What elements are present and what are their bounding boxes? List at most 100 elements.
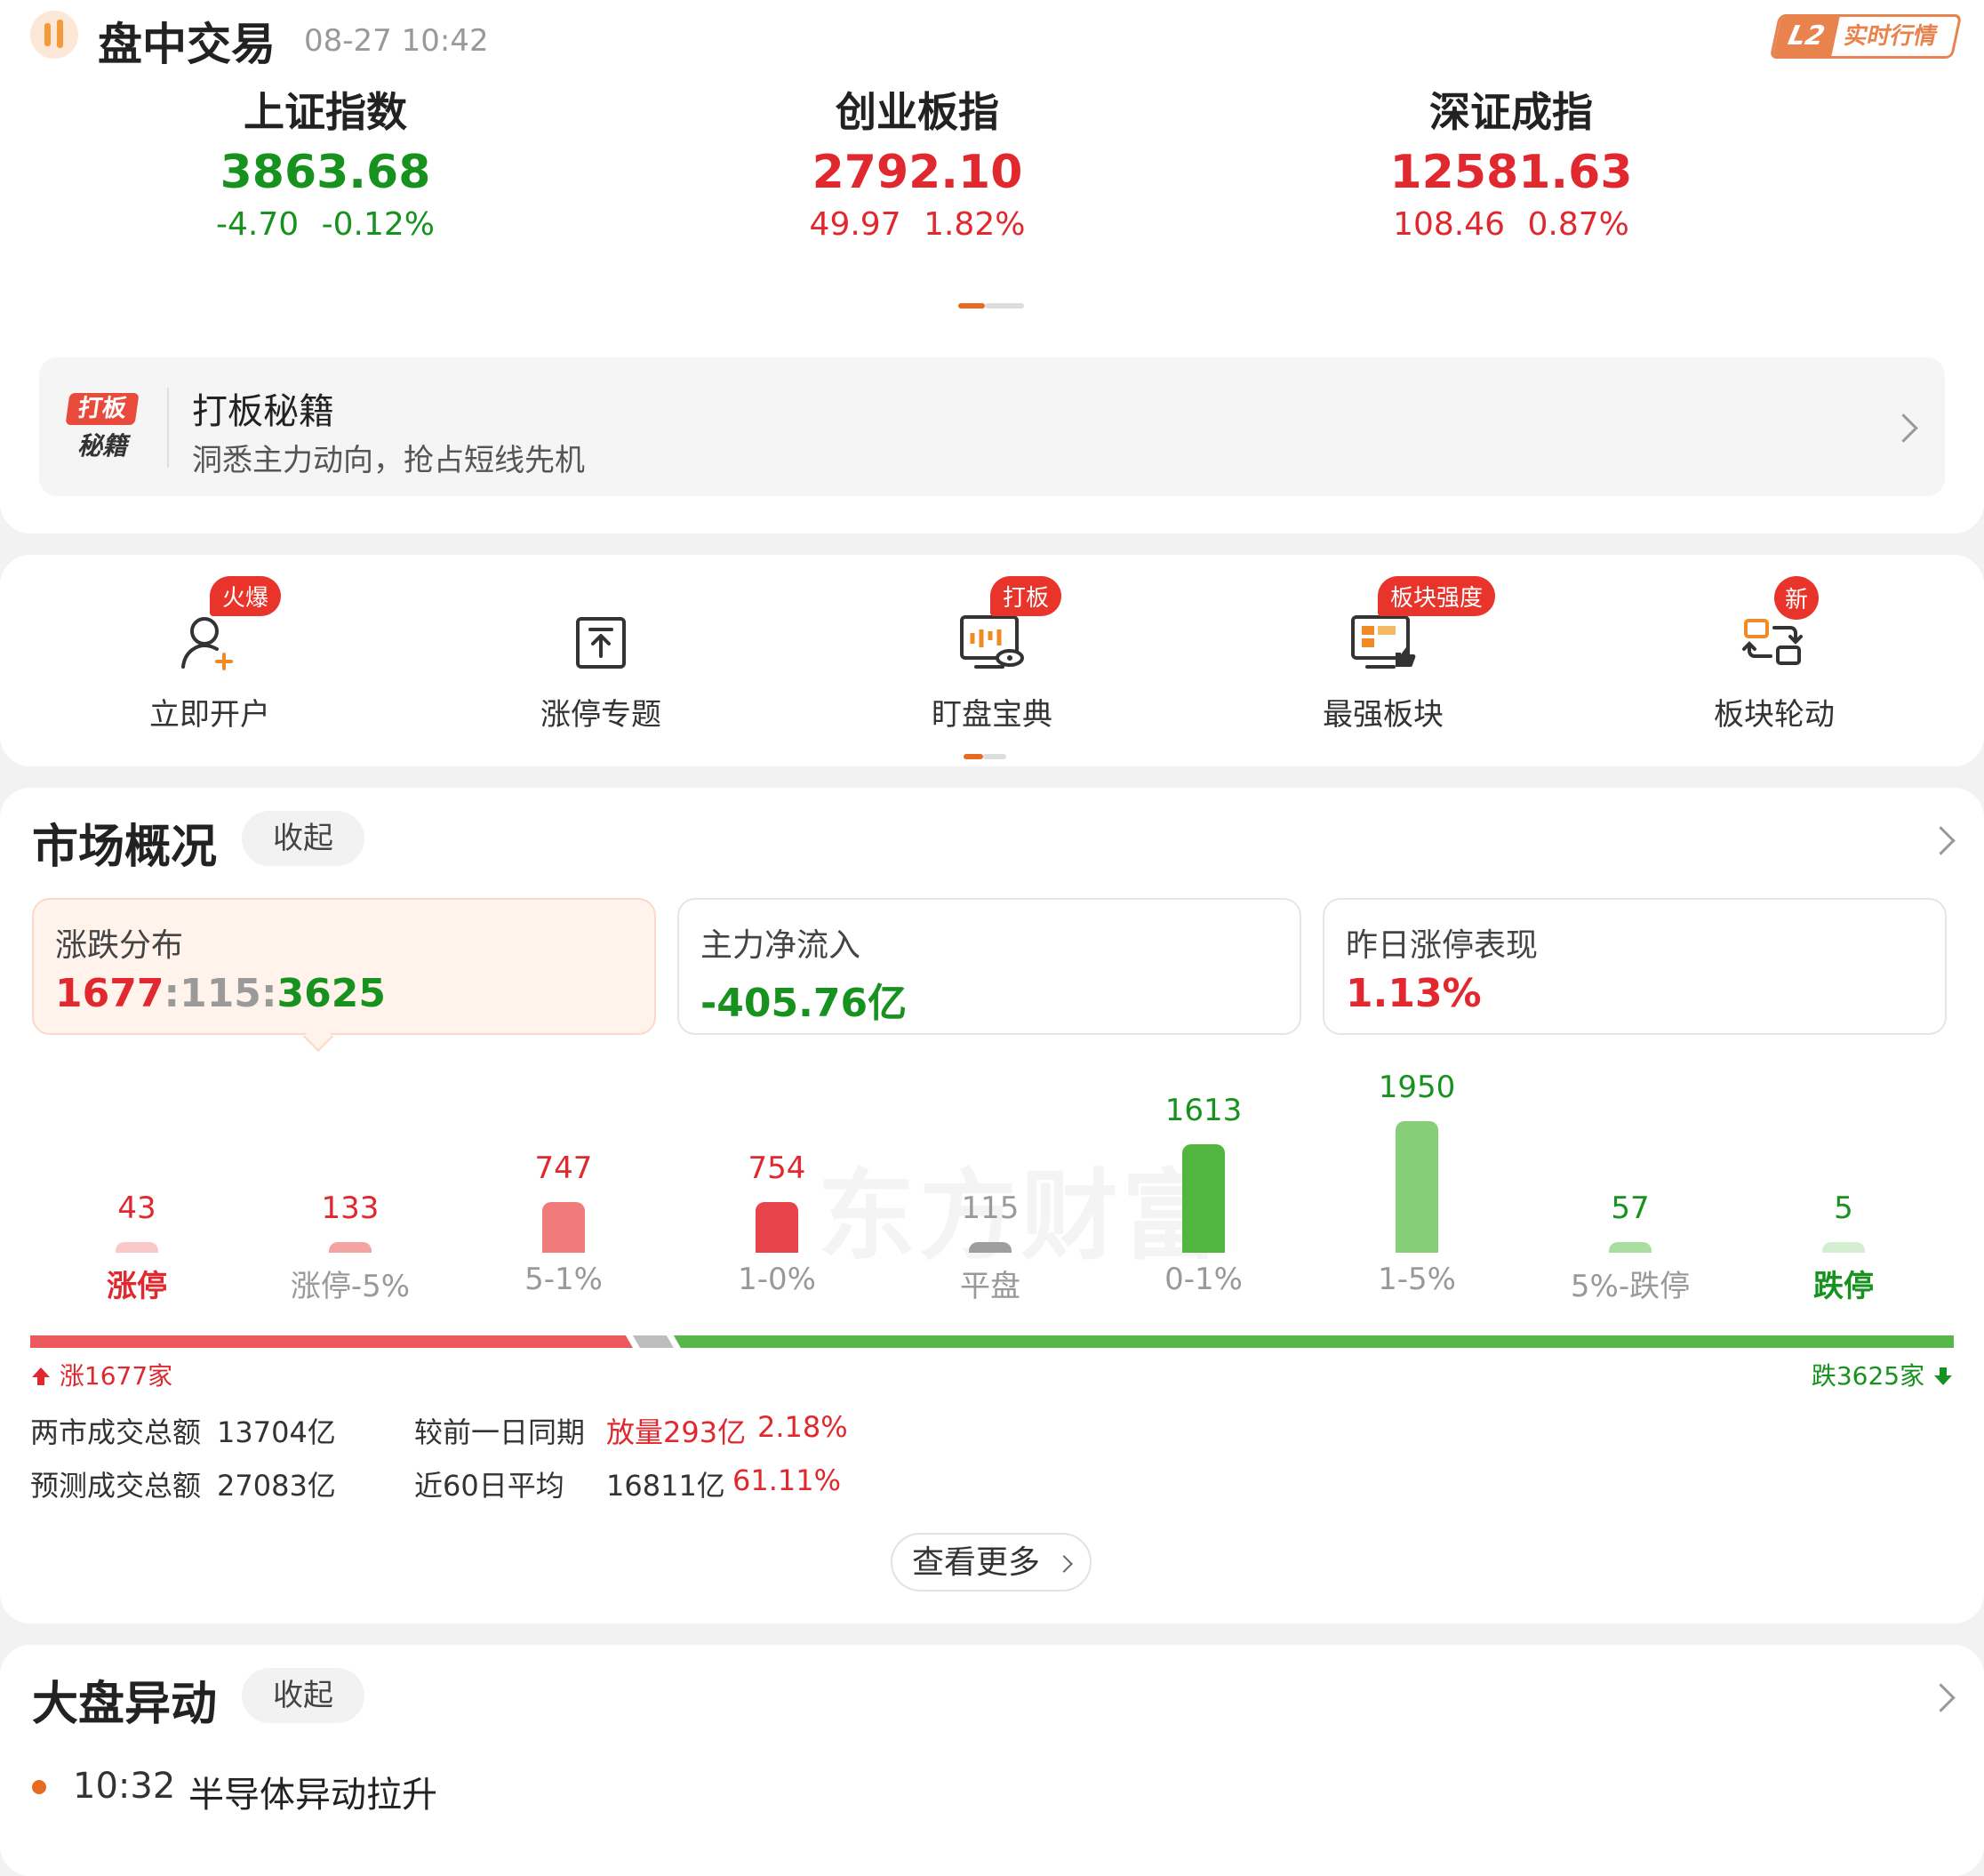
nav-label: 盯盘宝典: [932, 697, 1052, 733]
turnover-value: 13704亿: [217, 1415, 336, 1449]
page-indicator-inactive: [985, 303, 1024, 309]
market-overview-card: 市场概况 收起 涨跌分布 1677:115:3625 主力净流入 -405.76…: [0, 788, 1984, 1623]
nav-label: 涨停专题: [540, 697, 661, 733]
chevron-right-icon: [1055, 1555, 1073, 1573]
mover-time[interactable]: 10:32: [73, 1766, 175, 1807]
bar-value-label: 43: [117, 1191, 156, 1226]
index-change-abs: 108.46: [1393, 206, 1506, 243]
rotate-arrows-icon: [1742, 619, 1803, 665]
flat-count: 115: [180, 971, 261, 1016]
bar-value-label: 115: [961, 1191, 1020, 1226]
bullet-dot: [32, 1780, 46, 1794]
nav-badge: 打板: [990, 576, 1062, 616]
chevron-right-icon[interactable]: [1926, 826, 1956, 855]
nav-badge: 板块强度: [1378, 576, 1496, 616]
compare-pct: 2.18%: [757, 1410, 848, 1444]
separator: :: [164, 971, 180, 1016]
l2-realtime-badge[interactable]: L2 实时行情: [1769, 14, 1963, 59]
down-count-text: 跌3625家: [1811, 1361, 1925, 1391]
section-title: 市场概况: [32, 821, 218, 874]
index-change: -4.70 -0.12%: [103, 206, 548, 243]
bar-value-label: 754: [748, 1150, 806, 1186]
bar-value-label: 747: [534, 1150, 593, 1186]
stat-label: 昨日涨停表现: [1346, 927, 1539, 964]
market-movers-card: 大盘异动 收起 10:32 半导体异动拉升: [0, 1645, 1984, 1876]
index-change: 49.97 1.82%: [695, 206, 1140, 243]
bar-value-label: 1613: [1164, 1093, 1243, 1128]
bar: [329, 1242, 372, 1253]
stat-value: 1.13%: [1346, 971, 1482, 1016]
l2-label: L2: [1772, 17, 1840, 56]
index-shanghai[interactable]: 上证指数 3863.68 -4.70 -0.12%: [103, 80, 548, 243]
bar-category-label: 5%-跌停: [1570, 1269, 1691, 1304]
stat-label: 涨跌分布: [55, 927, 184, 964]
index-shenzhen[interactable]: 深证成指 12581.63 108.46 0.87%: [1289, 80, 1733, 243]
bar: [969, 1242, 1012, 1253]
separator: :: [260, 971, 277, 1016]
bar-category-label: 1-0%: [738, 1262, 816, 1297]
banner-title: 打板秘籍: [192, 391, 334, 432]
bar: [1396, 1121, 1438, 1253]
market-index-card: 盘中交易 08-27 10:42 L2 实时行情 上证指数 3863.68 -4…: [0, 0, 1984, 533]
collapse-button[interactable]: 收起: [242, 1668, 364, 1723]
user-add-icon: [181, 617, 233, 670]
daban-icon-line1: 打板: [65, 393, 140, 425]
section-title: 大盘异动: [32, 1678, 218, 1731]
index-change: 108.46 0.87%: [1289, 206, 1733, 243]
stat-value: -405.76亿: [700, 981, 908, 1026]
down-segment: [673, 1335, 1954, 1348]
stat-yesterday-limit-up[interactable]: 昨日涨停表现 1.13%: [1323, 898, 1947, 1035]
stat-main-net-inflow[interactable]: 主力净流入 -405.76亿: [677, 898, 1301, 1035]
bar: [756, 1202, 798, 1253]
ratio-bar-svg: [30, 1335, 1954, 1348]
index-value: 3863.68: [220, 146, 431, 199]
index-chinext[interactable]: 创业板指 2792.10 49.97 1.82%: [695, 80, 1140, 243]
turnover-value: 27083亿: [217, 1469, 336, 1503]
chevron-right-icon: [1889, 413, 1918, 443]
index-change-abs: -4.70: [216, 206, 300, 243]
collapse-button[interactable]: 收起: [242, 811, 364, 866]
down-count: 3625: [276, 971, 387, 1016]
compare-pct: 61.11%: [732, 1463, 842, 1497]
nav-limit-up-topic[interactable]: 涨停专题: [468, 576, 734, 734]
banner-subtitle: 洞悉主力动向，抢占短线先机: [192, 443, 585, 478]
monitor-thumb-icon: [1351, 615, 1416, 669]
bar-value-label: 1950: [1378, 1070, 1456, 1105]
divider: [167, 388, 169, 468]
nav-indicator-inactive: [983, 754, 1006, 759]
index-name: 上证指数: [244, 88, 407, 136]
candlestick-logo-icon: [30, 11, 78, 59]
flat-segment: [632, 1335, 674, 1348]
bar: [1609, 1242, 1652, 1253]
nav-sector-rotation[interactable]: 板块轮动 新: [1641, 576, 1908, 734]
stat-advance-decline[interactable]: 涨跌分布 1677:115:3625: [32, 898, 656, 1035]
nav-label: 板块轮动: [1714, 697, 1835, 733]
daban-banner[interactable]: 打板 秘籍 打板秘籍 洞悉主力动向，抢占短线先机: [39, 357, 1945, 496]
monitor-candlestick-icon: [960, 615, 1024, 669]
stat-value: 1677:115:3625: [55, 971, 386, 1016]
mover-text[interactable]: 半导体异动拉升: [188, 1766, 437, 1817]
index-name: 深证成指: [1429, 88, 1593, 136]
nav-open-account[interactable]: 立即开户 火爆: [76, 576, 343, 734]
view-more-button[interactable]: 查看更多: [891, 1533, 1092, 1591]
bar-category-label: 0-1%: [1164, 1262, 1243, 1297]
up-segment: [30, 1335, 633, 1348]
advance-decline-ratio-bar: [30, 1335, 1954, 1348]
turnover-label: 两市成交总额: [30, 1415, 202, 1449]
page-title: 盘中交易: [98, 19, 276, 70]
index-change-abs: 49.97: [809, 206, 901, 243]
bar: [1822, 1242, 1865, 1253]
nav-watch-guide[interactable]: 盯盘宝典 打板: [859, 576, 1125, 759]
bar-value-label: 133: [321, 1191, 380, 1226]
upload-box-icon: [576, 617, 626, 669]
view-more-label: 查看更多: [912, 1544, 1041, 1581]
bar-category-label: 1-5%: [1378, 1262, 1456, 1297]
turnover-label: 预测成交总额: [30, 1469, 202, 1503]
chevron-right-icon[interactable]: [1926, 1683, 1956, 1712]
realtime-label: 实时行情: [1841, 23, 1940, 50]
bar: [542, 1202, 585, 1253]
arrow-up-icon: [32, 1367, 50, 1385]
nav-label: 立即开户: [149, 697, 270, 733]
bar-category-label: 涨停: [107, 1269, 167, 1304]
nav-strongest-sector[interactable]: 最强板块 板块强度: [1250, 576, 1516, 734]
